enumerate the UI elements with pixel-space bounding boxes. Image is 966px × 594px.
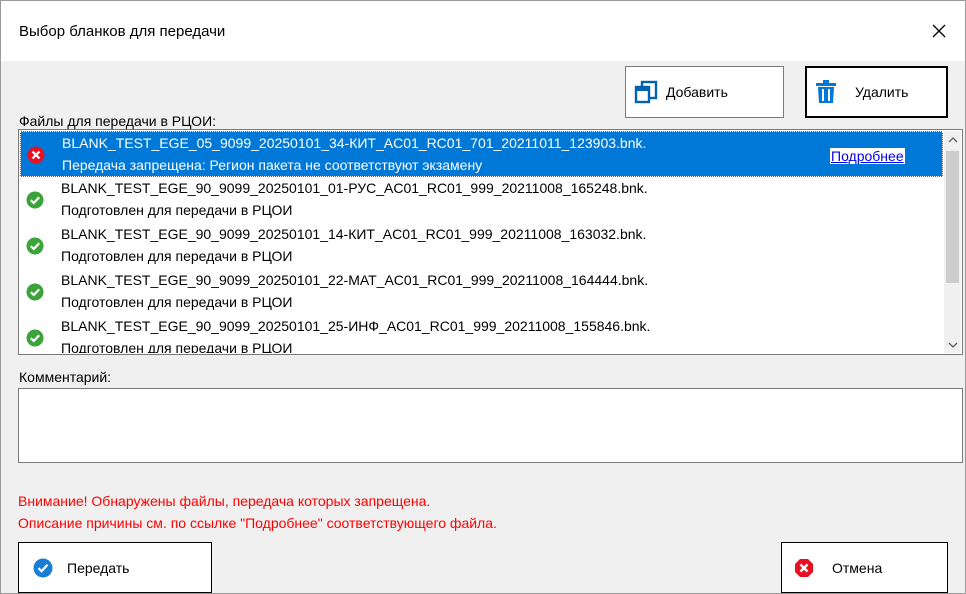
file-status: Подготовлен для передачи в РЦОИ (61, 294, 293, 310)
title-bar: Выбор бланков для передачи (1, 1, 965, 61)
file-status: Подготовлен для передачи в РЦОИ (61, 340, 293, 353)
cancel-icon (794, 558, 814, 578)
file-list-item[interactable]: BLANK_TEST_EGE_90_9099_20250101_14-КИТ_A… (20, 223, 943, 269)
close-button[interactable] (919, 13, 959, 49)
scroll-up-button[interactable] (944, 131, 961, 148)
vertical-scrollbar[interactable] (944, 131, 961, 353)
scroll-down-button[interactable] (944, 336, 961, 353)
file-name: BLANK_TEST_EGE_90_9099_20250101_25-ИНФ_A… (61, 318, 651, 334)
trash-icon (815, 80, 837, 104)
chevron-down-icon (948, 342, 957, 348)
cancel-button[interactable]: Отмена (781, 542, 948, 593)
scroll-thumb[interactable] (946, 151, 959, 283)
files-label: Файлы для передачи в РЦОИ: (19, 113, 217, 129)
files-list: BLANK_TEST_EGE_05_9099_20250101_34-КИТ_A… (20, 131, 943, 353)
add-button[interactable]: Добавить (625, 66, 784, 118)
file-name: BLANK_TEST_EGE_05_9099_20250101_34-КИТ_A… (62, 135, 647, 151)
dialog-title: Выбор бланков для передачи (19, 23, 226, 40)
check-circle-icon (26, 237, 44, 255)
check-circle-icon (26, 191, 44, 209)
check-circle-icon (26, 283, 44, 301)
comment-label: Комментарий: (19, 369, 112, 385)
send-button-label: Передать (67, 559, 130, 576)
dialog-window: Выбор бланков для передачи Добавить Удал… (0, 0, 966, 594)
file-status: Подготовлен для передачи в РЦОИ (61, 202, 293, 218)
file-name: BLANK_TEST_EGE_90_9099_20250101_22-МАТ_A… (61, 272, 649, 288)
warning-text: Описание причины см. по ссылке "Подробне… (18, 515, 497, 531)
details-link[interactable]: Подробнее (830, 148, 905, 164)
error-icon (27, 146, 45, 164)
delete-button[interactable]: Удалить (805, 66, 948, 118)
files-listbox[interactable]: BLANK_TEST_EGE_05_9099_20250101_34-КИТ_A… (18, 129, 963, 355)
comment-input[interactable] (18, 388, 963, 463)
cancel-button-label: Отмена (832, 559, 883, 576)
file-status: Подготовлен для передачи в РЦОИ (61, 248, 293, 264)
file-name: BLANK_TEST_EGE_90_9099_20250101_01-РУС_A… (61, 180, 648, 196)
delete-button-label: Удалить (855, 84, 909, 100)
file-list-item[interactable]: BLANK_TEST_EGE_05_9099_20250101_34-КИТ_A… (20, 131, 943, 177)
file-list-item[interactable]: BLANK_TEST_EGE_90_9099_20250101_01-РУС_A… (20, 177, 943, 223)
warning-text: Внимание! Обнаружены файлы, передача кот… (18, 493, 431, 509)
check-circle-icon (26, 329, 44, 347)
file-name: BLANK_TEST_EGE_90_9099_20250101_14-КИТ_A… (61, 226, 647, 242)
add-button-label: Добавить (666, 84, 728, 100)
close-icon (932, 24, 946, 38)
check-circle-icon (33, 558, 53, 578)
chevron-up-icon (948, 136, 957, 142)
send-button[interactable]: Передать (18, 542, 212, 593)
file-status: Передача запрещена: Регион пакета не соо… (62, 157, 483, 173)
copy-window-icon (634, 80, 658, 104)
file-list-item[interactable]: BLANK_TEST_EGE_90_9099_20250101_25-ИНФ_A… (20, 315, 943, 353)
file-list-item[interactable]: BLANK_TEST_EGE_90_9099_20250101_22-МАТ_A… (20, 269, 943, 315)
